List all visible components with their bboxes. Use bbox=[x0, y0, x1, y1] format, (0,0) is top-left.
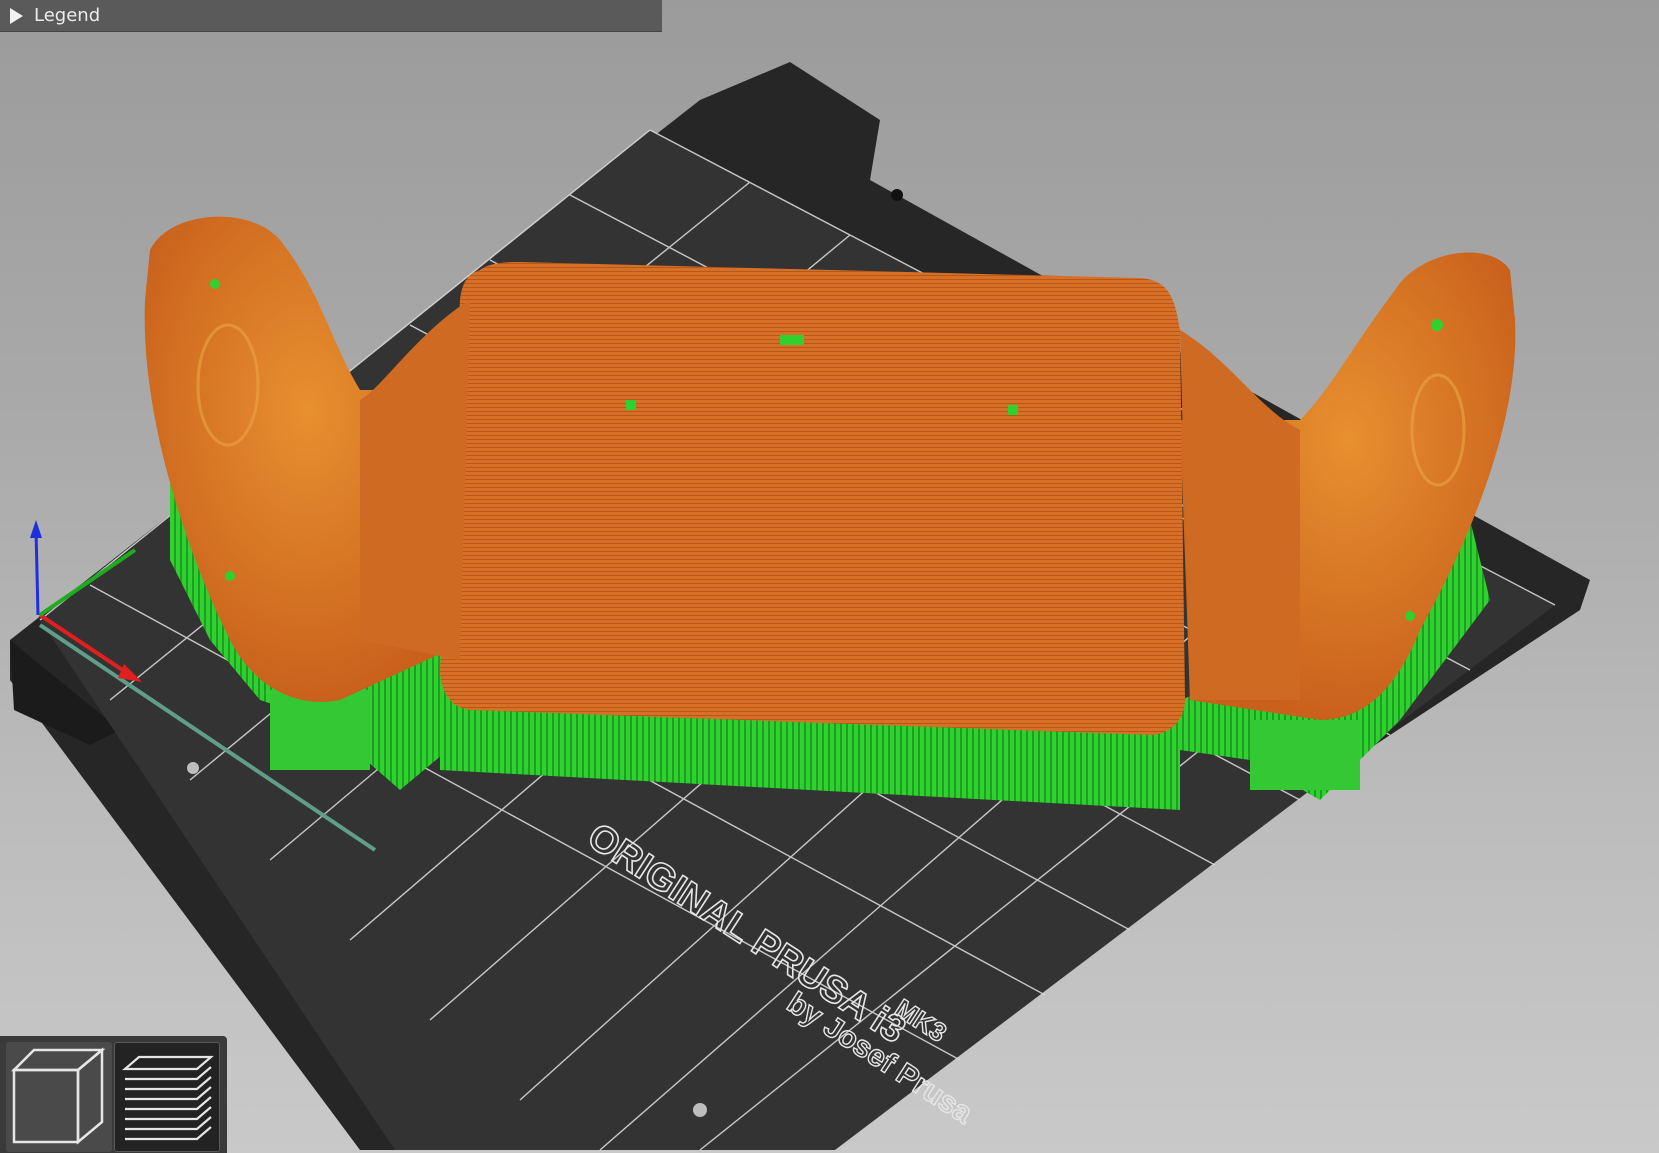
legend-toggle[interactable]: Legend bbox=[0, 0, 662, 32]
view-toolbar bbox=[0, 1036, 227, 1153]
model-body bbox=[440, 262, 1185, 735]
3d-view-button[interactable] bbox=[6, 1042, 112, 1152]
3d-preview-viewport[interactable]: ORIGINAL PRUSA i3 MK3 by Josef Prusa Leg… bbox=[0, 0, 1659, 1153]
expand-arrow-icon bbox=[10, 7, 23, 24]
z-axis bbox=[34, 529, 40, 616]
printed-model bbox=[144, 216, 1516, 735]
cube-icon bbox=[10, 1047, 106, 1145]
scene-canvas[interactable]: ORIGINAL PRUSA i3 MK3 by Josef Prusa bbox=[0, 0, 1659, 1153]
layers-icon bbox=[122, 1055, 214, 1141]
legend-label: Legend bbox=[34, 4, 101, 26]
preview-button[interactable] bbox=[114, 1042, 220, 1152]
